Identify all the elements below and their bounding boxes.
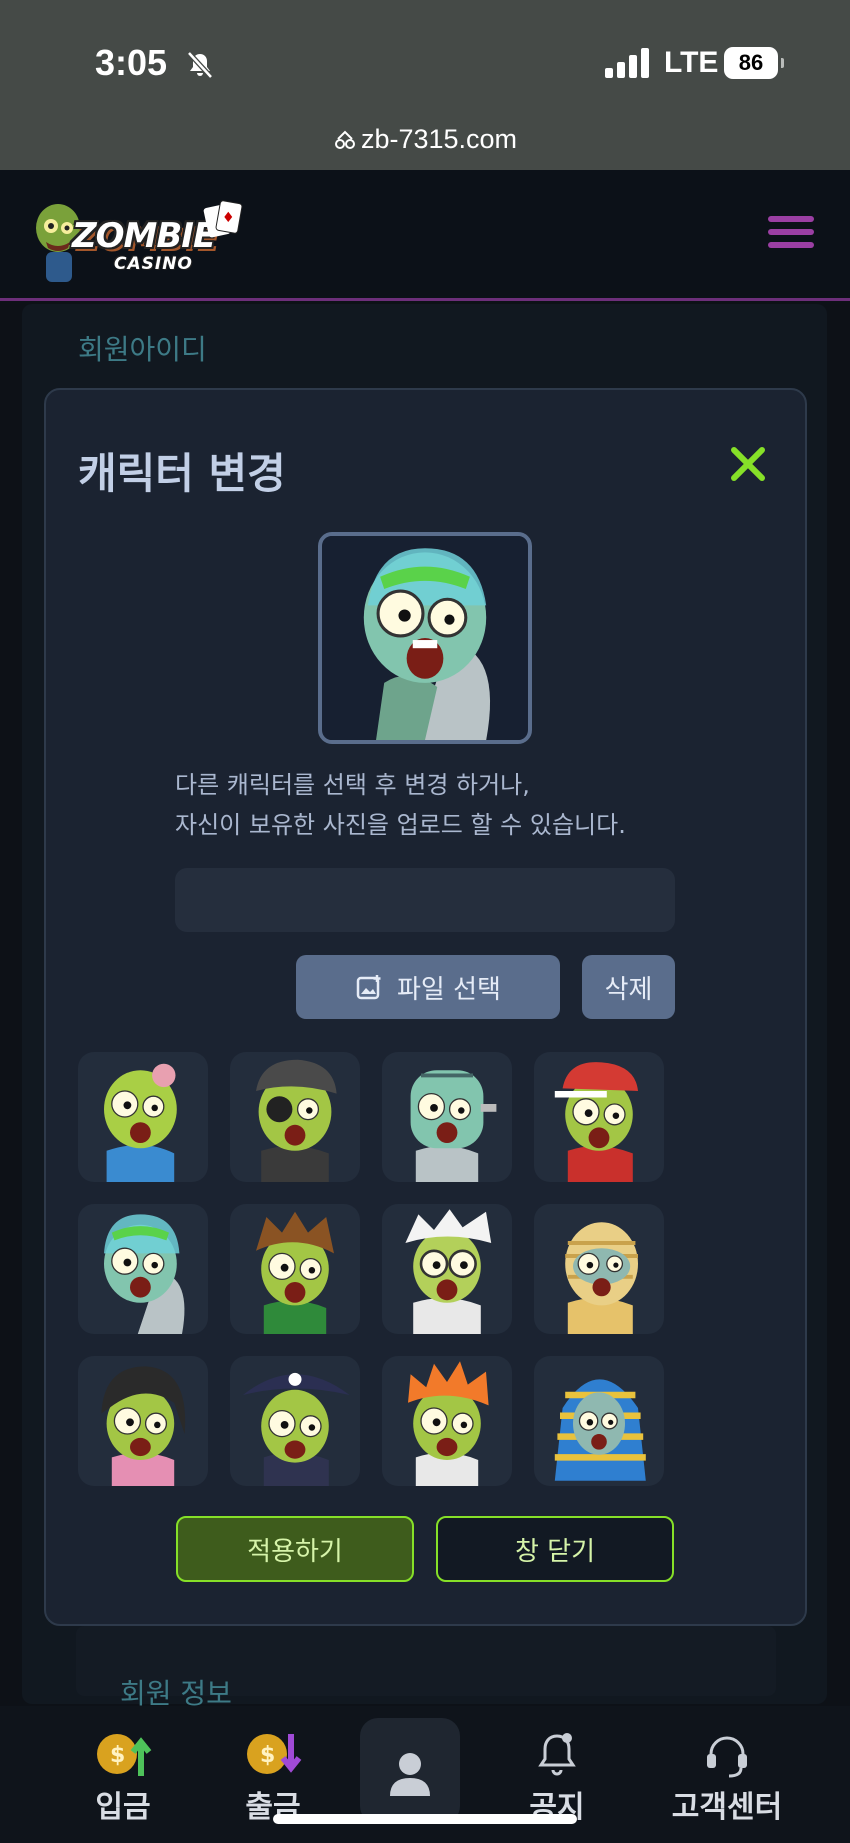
zombie-pirate-avatar: [243, 1372, 350, 1486]
zombie-cap-avatar: [554, 1062, 638, 1182]
character-option-zombie-beanie[interactable]: [230, 1052, 360, 1182]
description-line-1: 다른 캐릭터를 선택 후 변경 하거나,: [175, 771, 530, 799]
image-add-icon: [356, 975, 381, 1000]
svg-text:♦: ♦: [222, 210, 235, 226]
nav-deposit-label: 입금: [95, 1790, 151, 1825]
playing-cards-icon: ♦: [203, 200, 243, 238]
svg-text:$: $: [260, 1743, 275, 1768]
profile-icon: [390, 1753, 430, 1796]
character-option-zombie-brain[interactable]: [78, 1052, 208, 1182]
member-id-label: 회원아이디: [78, 333, 207, 366]
status-time: 3:05: [95, 42, 168, 83]
character-option-zombie-scientist[interactable]: [382, 1204, 512, 1334]
zombie-black-hair-avatar: [101, 1366, 186, 1486]
network-label: LTE: [664, 46, 719, 79]
close-window-button[interactable]: 창 닫기: [436, 1516, 674, 1582]
withdraw-icon: $: [247, 1734, 302, 1774]
character-option-zombie-pharaoh[interactable]: [534, 1356, 664, 1486]
character-option-zombie-black-hair[interactable]: [78, 1356, 208, 1486]
character-option-zombie-frankenstein[interactable]: [382, 1052, 512, 1182]
nav-profile[interactable]: [360, 1718, 460, 1824]
bell-off-icon: [187, 51, 213, 79]
headset-icon: [707, 1736, 747, 1778]
modal-title: 캐릭터 변경: [78, 449, 286, 498]
zombie-casino-logo[interactable]: ZOMBIE CASINO ♦: [32, 190, 252, 290]
zombie-brown-hair-avatar: [256, 1211, 334, 1334]
nav-deposit[interactable]: $ 입금: [48, 1718, 198, 1838]
svg-text:$: $: [110, 1743, 125, 1768]
zombie-frankenstein-avatar: [410, 1070, 497, 1182]
site-settings-icon: [334, 130, 355, 149]
file-select-label: 파일 선택: [397, 974, 501, 1005]
home-indicator[interactable]: [273, 1814, 577, 1824]
zombie-pharaoh-avatar: [554, 1379, 646, 1481]
character-option-zombie-punk[interactable]: [382, 1356, 512, 1486]
zombie-scientist-avatar: [405, 1209, 492, 1334]
apply-button[interactable]: 적용하기: [176, 1516, 414, 1582]
character-option-zombie-brown-hair[interactable]: [230, 1204, 360, 1334]
address-bar[interactable]: zb-7315.com: [0, 124, 850, 155]
file-select-button[interactable]: 파일 선택: [296, 955, 560, 1019]
selected-character-preview: [318, 532, 532, 744]
notice-bell-icon: [538, 1733, 576, 1776]
logo-subtitle: CASINO: [114, 254, 193, 274]
delete-button[interactable]: 삭제: [582, 955, 675, 1019]
battery-indicator: 86: [724, 47, 784, 79]
signal-icon: [605, 48, 649, 78]
file-name-field[interactable]: [175, 868, 675, 932]
zombie-beanie-avatar: [256, 1059, 337, 1182]
zombie-mummy-avatar: [565, 1222, 638, 1334]
description-line-2: 자신이 보유한 사진을 업로드 할 수 있습니다.: [175, 811, 626, 839]
character-option-zombie-helmet[interactable]: [78, 1204, 208, 1334]
url-text: zb-7315.com: [360, 124, 518, 154]
nav-customer-center-label: 고객센터: [671, 1790, 783, 1825]
zombie-helmet-avatar: [323, 536, 527, 740]
character-option-zombie-pirate[interactable]: [230, 1356, 360, 1486]
zombie-brain-avatar: [104, 1063, 177, 1182]
character-option-zombie-cap[interactable]: [534, 1052, 664, 1182]
character-grid: [78, 1052, 678, 1486]
zombie-helmet-avatar: [104, 1214, 185, 1334]
zombie-punk-avatar: [408, 1361, 489, 1486]
modal-description: 다른 캐릭터를 선택 후 변경 하거나, 자신이 보유한 사진을 업로드 할 수…: [175, 765, 695, 845]
logo-title: ZOMBIE: [72, 216, 216, 256]
character-option-zombie-mummy[interactable]: [534, 1204, 664, 1334]
nav-customer-center[interactable]: 고객센터: [652, 1718, 802, 1838]
close-icon[interactable]: [728, 444, 768, 484]
hamburger-menu-icon[interactable]: [768, 216, 814, 254]
deposit-icon: $: [97, 1734, 152, 1776]
app-header: ZOMBIE CASINO ♦: [0, 170, 850, 301]
